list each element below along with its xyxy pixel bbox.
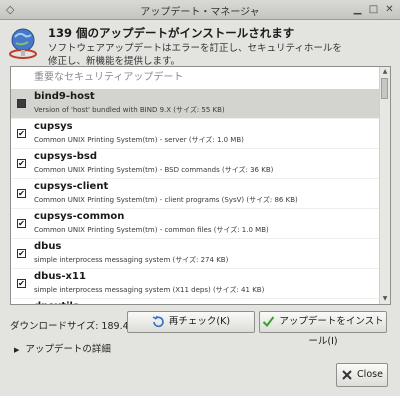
update-checkbox[interactable]: ✔ [17, 249, 26, 258]
maximize-icon[interactable]: □ [367, 3, 380, 16]
update-checkbox[interactable]: ✔ [17, 129, 26, 138]
details-expander[interactable]: ▶ アップデートの詳細 [14, 341, 111, 355]
package-description: simple interprocess messaging system (サイ… [34, 256, 229, 264]
package-name: cupsys-common [34, 211, 125, 222]
list-item[interactable]: ✔ cupsys-client Common UNIX Printing Syste… [11, 179, 381, 209]
package-name: cupsys [34, 121, 73, 132]
scroll-down-icon[interactable]: ▼ [380, 294, 390, 304]
package-name: dbus [34, 241, 62, 252]
update-checkbox[interactable]: ✔ [17, 219, 26, 228]
list-item[interactable]: ✔ dbus-x11 simple interprocess messaging s… [11, 269, 381, 299]
minimize-icon[interactable]: ▁ [351, 3, 364, 16]
list-scrollbar[interactable]: ▲ ▼ [379, 67, 390, 304]
scroll-up-icon[interactable]: ▲ [380, 67, 390, 77]
close-label: Close [357, 369, 383, 380]
details-label: アップデートの詳細 [25, 344, 111, 355]
list-item[interactable]: ✔ cupsys-bsd Common UNIX Printing System(t… [11, 149, 381, 179]
package-description: Common UNIX Printing System(tm) - common… [34, 226, 269, 234]
window-title: アップデート・マネージャ [140, 7, 260, 18]
update-checkbox[interactable]: ✔ [17, 159, 26, 168]
list-item[interactable]: ✔ dbus simple interprocess messaging syste… [11, 239, 381, 269]
list-item[interactable]: ✔ cupsys-common Common UNIX Printing Syste… [11, 209, 381, 239]
package-name: dnsutils [34, 301, 79, 304]
install-updates-label: アップデートをインストール(I) [279, 316, 384, 347]
list-item[interactable]: bind9-host Version of 'host' bundled with… [11, 89, 381, 119]
list-item[interactable]: ✔dnsutils [11, 299, 381, 304]
package-description: simple interprocess messaging system (X1… [34, 286, 265, 294]
recheck-button[interactable]: 再チェック(K) [127, 311, 255, 333]
close-icon [342, 369, 352, 380]
package-description: Common UNIX Printing System(tm) - BSD co… [34, 166, 274, 174]
refresh-icon [152, 315, 164, 328]
package-name: dbus-x11 [34, 271, 86, 282]
update-manager-icon [9, 28, 37, 59]
update-checkbox[interactable]: ✔ [17, 279, 26, 288]
close-button[interactable]: Close [336, 363, 388, 387]
package-name: cupsys-client [34, 181, 109, 192]
expander-triangle-icon: ▶ [14, 346, 20, 354]
package-name: bind9-host [34, 91, 95, 102]
recheck-label: 再チェック(K) [168, 316, 231, 327]
package-name: cupsys-bsd [34, 151, 98, 162]
close-window-icon[interactable]: ✕ [383, 3, 396, 16]
scroll-thumb[interactable] [381, 78, 388, 99]
update-list[interactable]: 重要なセキュリティアップデート bind9-host Version of 'ho… [10, 66, 391, 305]
updates-heading: 139 個のアップデートがインストールされます [48, 26, 295, 40]
update-checkbox[interactable] [17, 99, 26, 108]
package-description: Common UNIX Printing System(tm) - server… [34, 136, 244, 144]
title-bar: ◇ アップデート・マネージャ ▁ □ ✕ [0, 0, 400, 20]
checkmark-icon [263, 316, 275, 328]
package-description: Version of 'host' bundled with BIND 9.X … [34, 106, 225, 114]
group-header-security: 重要なセキュリティアップデート [34, 72, 184, 83]
list-item[interactable]: ✔ cupsys Common UNIX Printing System(tm) -… [11, 119, 381, 149]
updates-description: ソフトウェアアップデートはエラーを訂正し、セキュリティホールを修正し、新機能を提… [48, 43, 342, 67]
package-description: Common UNIX Printing System(tm) - client… [34, 196, 298, 204]
update-checkbox[interactable]: ✔ [17, 189, 26, 198]
download-size: ダウンロードサイズ: 189.4 MB [10, 321, 147, 332]
install-updates-button[interactable]: アップデートをインストール(I) [259, 311, 387, 347]
